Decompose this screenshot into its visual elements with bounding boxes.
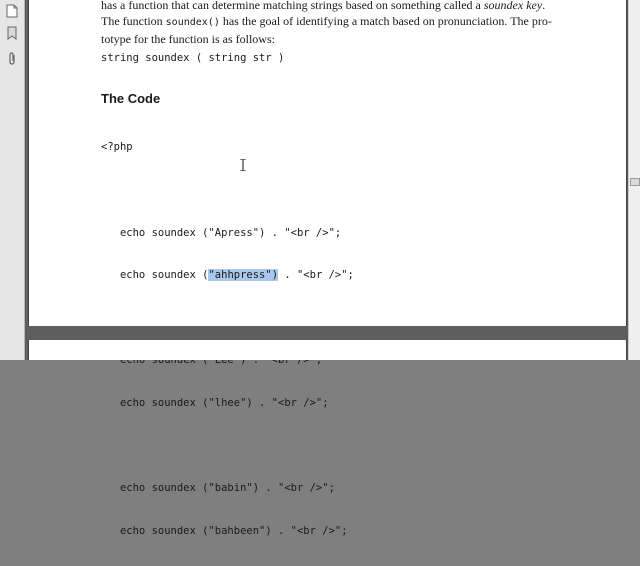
text-selection[interactable]: "ahhpress") — [208, 269, 279, 282]
code-line-8: echo soundex ("bahbeen") . "<br />"; — [101, 524, 348, 537]
selected-text: ahhpress") — [214, 269, 279, 282]
vertical-scrollbar[interactable] — [628, 0, 640, 360]
code-line-2-suffix: . "<br />"; — [278, 269, 354, 282]
pages-icon[interactable] — [4, 2, 20, 20]
bookmark-icon[interactable] — [4, 24, 20, 42]
section-heading: The Code — [101, 91, 161, 106]
function-prototype: string soundex ( string str ) — [101, 52, 285, 64]
intro-line1: has a function that can determine matchi… — [101, 0, 484, 12]
code-line-blank-top — [101, 183, 354, 197]
intro-paragraph: has a function that can determine matchi… — [101, 0, 601, 47]
code-line-5: echo soundex ("lhee") . "<br />"; — [101, 396, 329, 409]
scrollbar-thumb[interactable] — [630, 178, 640, 186]
page-separator — [25, 326, 628, 340]
left-toolbar — [0, 0, 25, 360]
text-cursor-icon — [239, 158, 247, 172]
code-line-7: echo soundex ("babin") . "<br />"; — [101, 482, 335, 495]
soundex-key-term: soundex key — [483, 0, 543, 12]
soundex-function-name: soundex() — [165, 17, 220, 28]
intro-line2-start: The function — [101, 14, 166, 28]
code-line-2: echo soundex ("ahhpress") . "<br />"; — [101, 268, 354, 282]
intro-line1-end: . — [542, 0, 546, 12]
code-line-1: echo soundex ("Apress") . "<br />"; — [101, 226, 342, 239]
next-page — [28, 340, 627, 360]
document-page: has a function that can determine matchi… — [28, 0, 627, 537]
intro-line2-end: has the goal of identifying a match base… — [219, 14, 552, 28]
document-viewport: has a function that can determine matchi… — [25, 0, 628, 537]
intro-line3: totype for the function is as follows: — [101, 32, 275, 46]
code-line-2-prefix: echo soundex ( — [101, 269, 209, 282]
attachment-icon[interactable] — [4, 50, 20, 68]
code-line-open: <?php — [101, 141, 133, 154]
